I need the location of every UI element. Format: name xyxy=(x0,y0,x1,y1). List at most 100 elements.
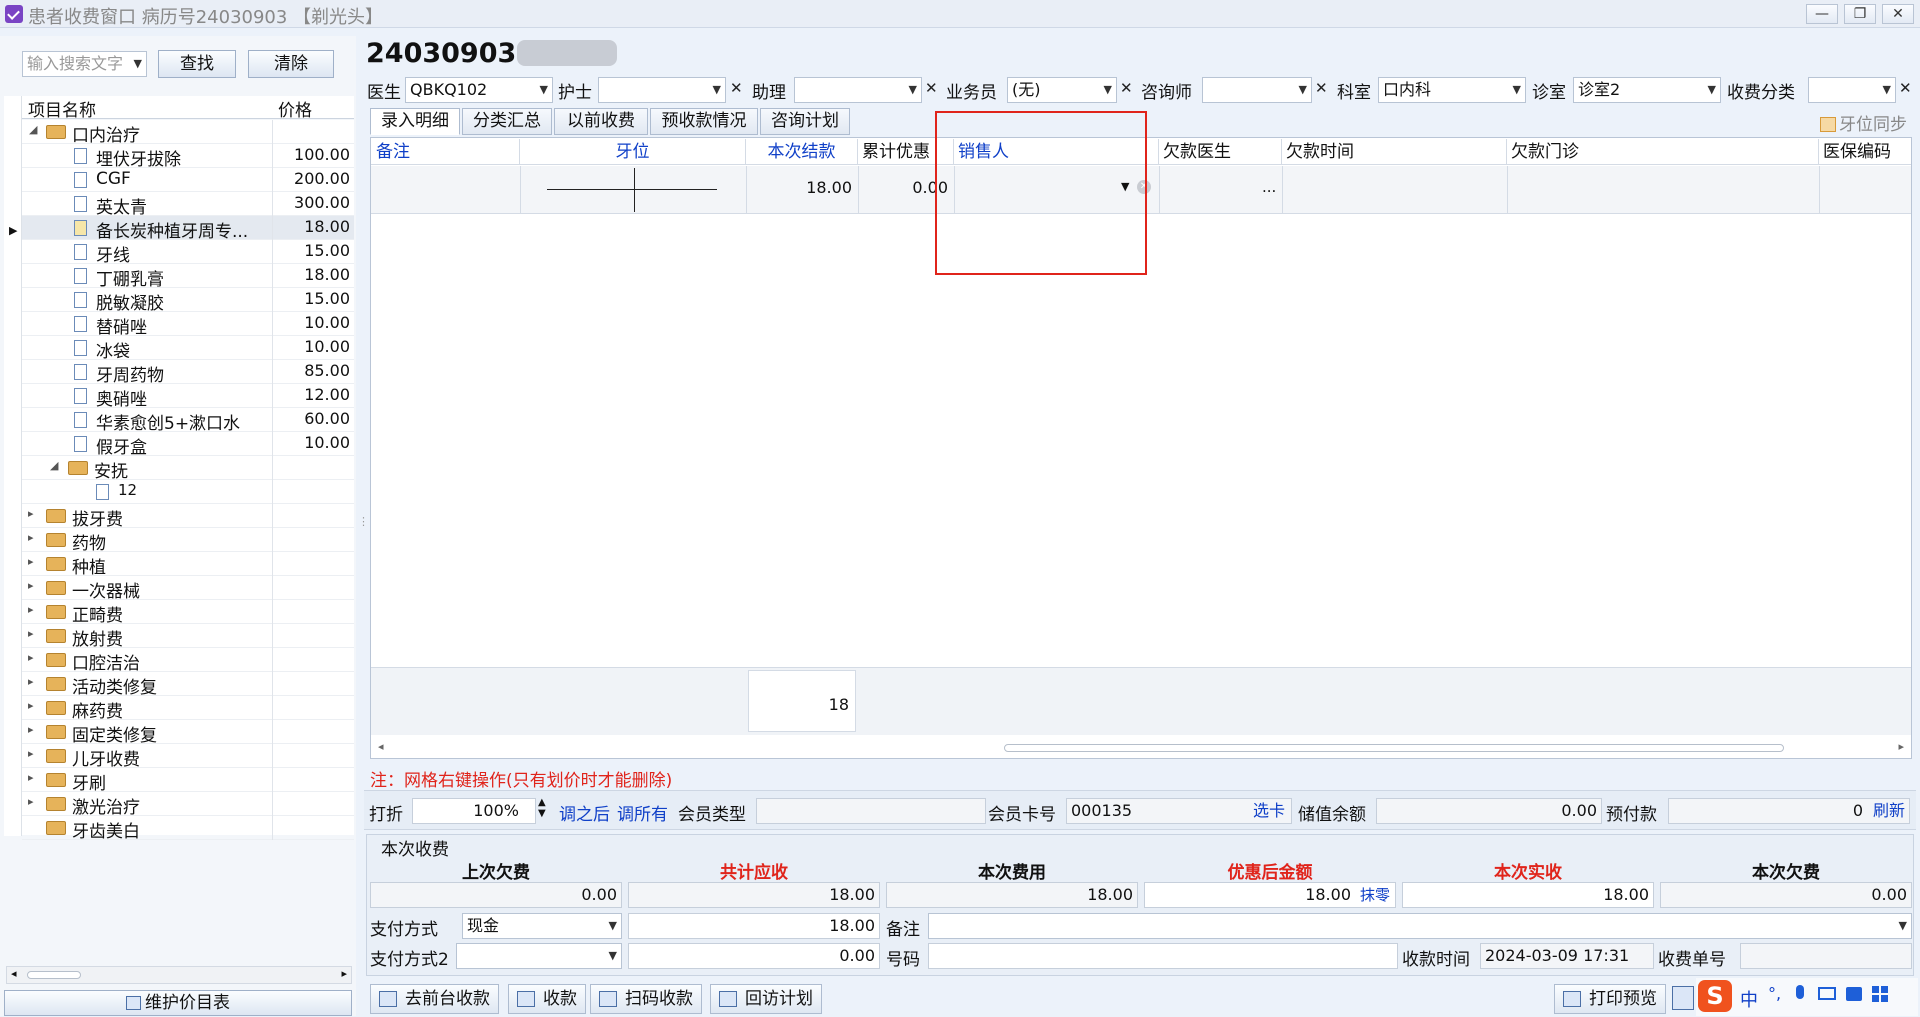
tree-folder[interactable]: ▸ 儿牙收费 xyxy=(22,744,354,770)
expand-icon[interactable]: ▸ xyxy=(28,627,34,640)
tree-item[interactable]: 华素愈创5+漱口水 60.00 xyxy=(22,408,354,434)
search-input[interactable]: 输入搜索文字 ▼ xyxy=(22,51,147,77)
select-card-link[interactable]: 选卡 xyxy=(1253,799,1285,823)
tree-folder[interactable]: ▸ 一次器械 xyxy=(22,576,354,602)
charge-category-select[interactable]: ▼ xyxy=(1808,77,1896,103)
pay-method2-select[interactable]: ▼ xyxy=(456,943,622,969)
print-preview-button[interactable]: 打印预览 xyxy=(1554,984,1666,1014)
tree-item[interactable]: 埋伏牙拔除 100.00 xyxy=(22,144,354,170)
to-front-desk-button[interactable]: 去前台收款 xyxy=(370,984,499,1014)
expand-icon[interactable]: ▸ xyxy=(28,795,34,808)
tree-folder-root[interactable]: ◢ 口内治疗 xyxy=(22,120,354,146)
tree-item[interactable]: 假牙盒 10.00 xyxy=(22,432,354,458)
expand-icon[interactable]: ▸ xyxy=(28,723,34,736)
tab-prepayment[interactable]: 预收款情况 xyxy=(650,108,758,135)
maintain-price-list-button[interactable]: 维护价目表 xyxy=(4,990,352,1016)
visit-plan-button[interactable]: 回访计划 xyxy=(710,984,822,1014)
tree-folder[interactable]: ▸ 活动类修复 xyxy=(22,672,354,698)
discount-stepper-icon[interactable]: ▲ ▼ xyxy=(538,797,546,819)
expand-icon[interactable]: ▸ xyxy=(28,651,34,664)
tree-horizontal-scrollbar[interactable]: ◂ ▸ xyxy=(6,966,352,984)
debt-doctor-ellipsis-button[interactable]: ... xyxy=(1262,178,1276,196)
tree-item[interactable]: 替硝唑 10.00 xyxy=(22,312,354,338)
tree-item[interactable]: 脱敏凝胶 15.00 xyxy=(22,288,354,314)
row-payment[interactable]: 18.00 xyxy=(746,178,852,197)
scan-collect-button[interactable]: 扫码收款 xyxy=(590,984,702,1014)
grid-scroll-thumb[interactable] xyxy=(1004,744,1784,752)
tree-folder[interactable]: ▸ 正畸费 xyxy=(22,600,354,626)
refresh-link[interactable]: 刷新 xyxy=(1873,799,1905,823)
tooth-sync-button[interactable]: 牙位同步 xyxy=(1820,110,1907,135)
tree-folder[interactable]: 牙齿美白 xyxy=(22,816,354,842)
round-off-link[interactable]: 抹零 xyxy=(1360,884,1390,905)
microphone-icon[interactable] xyxy=(1796,985,1804,999)
pay-method-select[interactable]: 现金 ▼ xyxy=(462,913,622,939)
tab-category-summary[interactable]: 分类汇总 xyxy=(462,108,552,135)
salesperson-select[interactable]: (无) ▼ xyxy=(1007,77,1117,103)
adjust-all-link[interactable]: 调所有 xyxy=(617,800,668,825)
clear-category-icon[interactable]: ✕ xyxy=(1899,79,1912,97)
collapse-icon[interactable]: ◢ xyxy=(29,123,37,136)
tree-item[interactable]: 牙线 15.00 xyxy=(22,240,354,266)
skin-shirt-icon[interactable] xyxy=(1846,987,1862,1001)
actual-received-input[interactable]: 18.00 xyxy=(1402,882,1654,908)
consultant-select[interactable]: ▼ xyxy=(1202,77,1312,103)
clear-assistant-icon[interactable]: ✕ xyxy=(925,79,938,97)
grid-horizontal-scrollbar[interactable]: ◂ ▸ xyxy=(372,740,1910,757)
expand-icon[interactable]: ▸ xyxy=(28,603,34,616)
clear-nurse-icon[interactable]: ✕ xyxy=(730,79,743,97)
expand-icon[interactable]: ▸ xyxy=(28,579,34,592)
tree-folder[interactable]: ▸ 固定类修复 xyxy=(22,720,354,746)
tree-folder[interactable]: ▸ 激光治疗 xyxy=(22,792,354,818)
tree-folder[interactable]: ▸ 种植 xyxy=(22,552,354,578)
nurse-select[interactable]: ▼ xyxy=(598,77,726,103)
assistant-select[interactable]: ▼ xyxy=(794,77,922,103)
tree-item[interactable]: 英太青 300.00 xyxy=(22,192,354,218)
close-button[interactable]: ✕ xyxy=(1882,4,1914,24)
restore-button[interactable]: ❐ xyxy=(1844,4,1876,24)
collapse-icon[interactable]: ◢ xyxy=(50,459,58,472)
number-input[interactable] xyxy=(928,943,1398,969)
collect-button[interactable]: 收款 xyxy=(508,984,586,1014)
printer-icon[interactable] xyxy=(1672,986,1694,1010)
discounted-amount-input[interactable]: 18.00 xyxy=(1144,882,1396,908)
tree-folder[interactable]: ▸ 口腔洁治 xyxy=(22,648,354,674)
find-button[interactable]: 查找 xyxy=(158,50,236,78)
tree-item[interactable]: 牙周药物 85.00 xyxy=(22,360,354,386)
clear-button[interactable]: 清除 xyxy=(248,50,334,78)
tree-folder[interactable]: ▸ 拔牙费 xyxy=(22,504,354,530)
keyboard-icon[interactable] xyxy=(1818,987,1836,1000)
doctor-select[interactable]: QBKQ102 ▼ xyxy=(405,77,553,103)
charge-remark-select[interactable]: ▼ xyxy=(928,913,1912,939)
tab-entry-detail[interactable]: 录入明细 xyxy=(370,108,460,135)
tree-folder[interactable]: ▸ 麻药费 xyxy=(22,696,354,722)
expand-icon[interactable]: ▸ xyxy=(28,699,34,712)
discount-input[interactable]: 100% xyxy=(412,798,536,824)
clear-consultant-icon[interactable]: ✕ xyxy=(1315,79,1328,97)
expand-icon[interactable]: ▸ xyxy=(28,675,34,688)
tree-item[interactable]: 冰袋 10.00 xyxy=(22,336,354,362)
tree-item[interactable]: CGF 200.00 xyxy=(22,168,354,192)
tree-subfolder[interactable]: ◢ 安抚 xyxy=(22,456,354,482)
splitter-handle-icon[interactable]: ⋮ xyxy=(358,515,369,528)
tree-item[interactable]: 12 xyxy=(22,480,354,504)
clear-salesperson-icon[interactable]: ✕ xyxy=(1120,79,1133,97)
sogou-logo-icon[interactable]: S xyxy=(1698,980,1732,1012)
toolbox-grid-icon[interactable] xyxy=(1872,986,1879,993)
minimize-button[interactable]: — xyxy=(1806,4,1838,24)
expand-icon[interactable]: ▸ xyxy=(28,555,34,568)
pay-amount2-input[interactable]: 0.00 xyxy=(628,943,880,969)
price-tree[interactable]: ◢ 口内治疗 埋伏牙拔除 100.00 CGF 200.00 英太青 300.00 备… xyxy=(22,120,354,842)
tree-folder[interactable]: ▸ 放射费 xyxy=(22,624,354,650)
room-select[interactable]: 诊室2 ▼ xyxy=(1573,77,1721,103)
tab-previous-charges[interactable]: 以前收费 xyxy=(554,108,648,135)
tree-folder[interactable]: ▸ 药物 xyxy=(22,528,354,554)
department-select[interactable]: 口内科 ▼ xyxy=(1378,77,1526,103)
tree-item[interactable]: 奥硝唑 12.00 xyxy=(22,384,354,410)
tree-item-selected[interactable]: 备长炭种植牙周专... 18.00 xyxy=(22,216,354,242)
tree-item[interactable]: 丁硼乳膏 18.00 xyxy=(22,264,354,290)
expand-icon[interactable]: ▸ xyxy=(28,771,34,784)
tree-folder[interactable]: ▸ 牙刷 xyxy=(22,768,354,794)
expand-icon[interactable]: ▸ xyxy=(28,507,34,520)
ime-language-toggle[interactable]: 中 xyxy=(1740,986,1758,1012)
